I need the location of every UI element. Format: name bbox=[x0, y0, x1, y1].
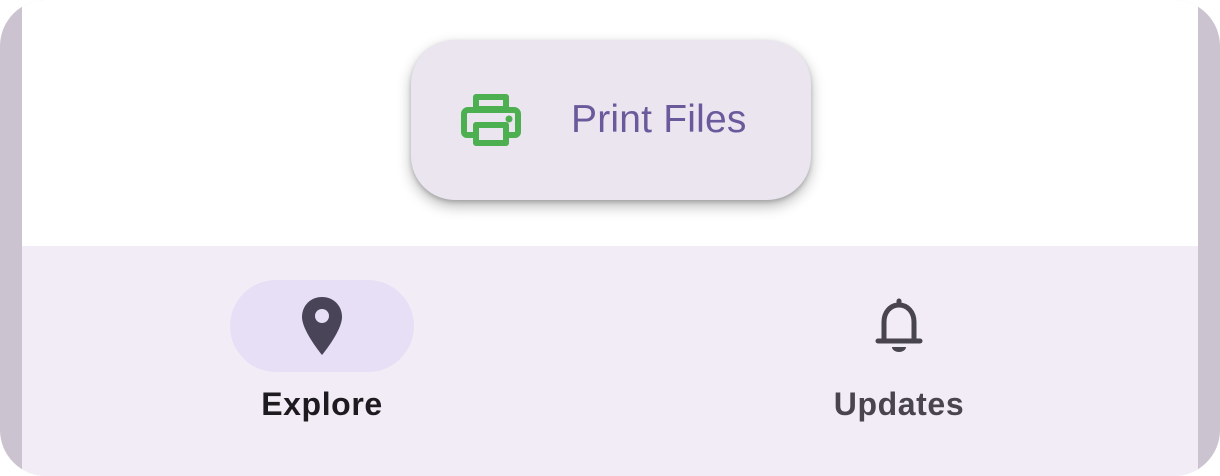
printer-icon bbox=[461, 90, 521, 150]
content-area: Print Files bbox=[22, 0, 1198, 246]
location-pin-icon bbox=[297, 291, 347, 361]
nav-label-explore: Explore bbox=[261, 386, 383, 422]
device-frame: Print Files Explore Updates bbox=[0, 0, 1220, 476]
print-files-label: Print Files bbox=[571, 98, 747, 141]
nav-label-updates: Updates bbox=[833, 386, 965, 422]
nav-item-explore[interactable]: Explore bbox=[172, 246, 472, 476]
bottom-navigation-bar: Explore Updates bbox=[22, 246, 1198, 476]
bell-icon bbox=[874, 291, 924, 361]
nav-item-updates[interactable]: Updates bbox=[749, 246, 1049, 476]
app-screen: Print Files Explore Updates bbox=[22, 0, 1198, 476]
print-files-fab[interactable]: Print Files bbox=[411, 40, 811, 200]
